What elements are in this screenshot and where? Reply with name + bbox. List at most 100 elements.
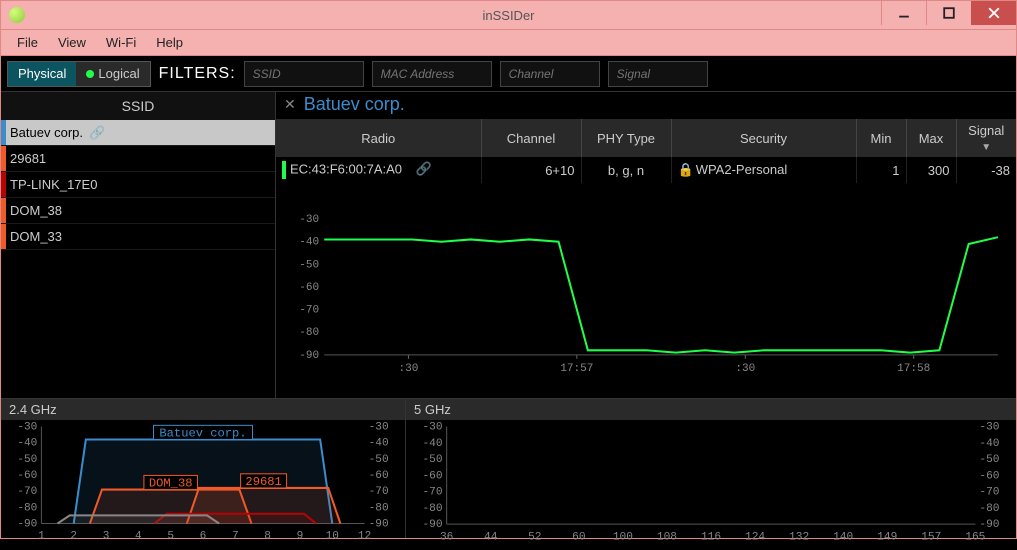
filter-mac-input[interactable] — [372, 61, 492, 87]
close-detail-icon[interactable]: ✕ — [284, 96, 296, 113]
ssid-row[interactable]: 29681 — [1, 146, 275, 172]
col-max[interactable]: Max — [906, 119, 956, 157]
table-row[interactable]: EC:43:F6:00:7A:A0 🔗 6+10 b, g, n 🔒WPA2-P… — [276, 157, 1016, 183]
svg-text:-30: -30 — [422, 422, 442, 434]
col-security[interactable]: Security — [671, 119, 856, 157]
svg-text::30: :30 — [398, 363, 418, 375]
color-bar-icon — [1, 120, 6, 145]
svg-text:-60: -60 — [422, 470, 442, 482]
close-button[interactable] — [971, 1, 1016, 25]
logical-toggle[interactable]: Logical — [76, 62, 149, 86]
menu-wifi[interactable]: Wi-Fi — [98, 33, 144, 52]
svg-text:-50: -50 — [979, 454, 999, 466]
view-toggle: Physical Logical — [7, 61, 151, 87]
svg-text:36: 36 — [440, 531, 453, 543]
minimize-button[interactable] — [881, 1, 926, 25]
svg-text:149: 149 — [877, 531, 897, 543]
ssid-row[interactable]: DOM_33 — [1, 224, 275, 250]
physical-toggle[interactable]: Physical — [8, 62, 76, 86]
link-icon: 🔗 — [416, 161, 432, 176]
svg-text:-80: -80 — [299, 327, 319, 339]
svg-text:1: 1 — [38, 531, 45, 543]
color-bar-icon — [1, 146, 6, 171]
band-24ghz-chart: -30-30-40-40-50-50-60-60-70-70-80-80-90-… — [1, 420, 405, 544]
svg-text:-90: -90 — [369, 519, 389, 531]
svg-text:10: 10 — [326, 531, 339, 543]
svg-text:-70: -70 — [369, 486, 389, 498]
svg-text:100: 100 — [613, 531, 633, 543]
svg-text:-30: -30 — [299, 214, 319, 226]
ssid-name: DOM_38 — [10, 203, 62, 218]
svg-text:9: 9 — [297, 531, 304, 543]
svg-text:140: 140 — [833, 531, 853, 543]
signal-time-chart: -30 -40 -50 -60 -70 -80 -90 :30 17:57 :30 17:58 — [284, 191, 1008, 398]
ssid-row[interactable]: TP-LINK_17E0 — [1, 172, 275, 198]
col-signal[interactable]: Signal — [956, 119, 1016, 157]
svg-text:60: 60 — [572, 531, 586, 543]
svg-text::30: :30 — [735, 363, 755, 375]
ssid-name: TP-LINK_17E0 — [10, 177, 97, 192]
col-radio[interactable]: Radio — [276, 119, 481, 157]
svg-text:-80: -80 — [369, 502, 389, 514]
detail-header: ✕ Batuev corp. — [276, 92, 1016, 119]
svg-text:12: 12 — [358, 531, 371, 543]
svg-text:5: 5 — [167, 531, 174, 543]
svg-text:-40: -40 — [299, 237, 319, 249]
svg-text:-60: -60 — [369, 470, 389, 482]
svg-text:-50: -50 — [299, 259, 319, 271]
svg-text:116: 116 — [701, 531, 721, 543]
svg-text:7: 7 — [232, 531, 239, 543]
content: Physical Logical FILTERS: SSID Batuev co… — [0, 56, 1017, 539]
svg-text:124: 124 — [745, 531, 765, 543]
svg-text:2: 2 — [70, 531, 77, 543]
menu-view[interactable]: View — [50, 33, 94, 52]
svg-text:-60: -60 — [299, 282, 319, 294]
menu-help[interactable]: Help — [148, 33, 191, 52]
menubar: File View Wi-Fi Help — [0, 30, 1017, 56]
svg-text:-30: -30 — [979, 422, 999, 434]
svg-text:157: 157 — [921, 531, 941, 543]
color-bar-icon — [1, 172, 6, 197]
svg-text:165: 165 — [965, 531, 985, 543]
svg-text:3: 3 — [103, 531, 110, 543]
svg-text:-90: -90 — [299, 350, 319, 362]
ssid-header[interactable]: SSID — [1, 92, 275, 120]
band-5ghz-panel: 5 GHz -30-30-40-40-50-50-60-60-70-70-80-… — [406, 399, 1016, 538]
svg-text:17:57: 17:57 — [560, 363, 593, 375]
col-phy[interactable]: PHY Type — [581, 119, 671, 157]
svg-text:-90: -90 — [422, 519, 442, 531]
ssid-row[interactable]: DOM_38 — [1, 198, 275, 224]
svg-text:52: 52 — [528, 531, 541, 543]
svg-text:-60: -60 — [17, 470, 37, 482]
menu-file[interactable]: File — [9, 33, 46, 52]
link-icon: 🔗 — [89, 125, 105, 141]
ssid-name: DOM_33 — [10, 229, 62, 244]
svg-text:-70: -70 — [299, 305, 319, 317]
svg-text:DOM_38: DOM_38 — [149, 477, 193, 491]
svg-text:6: 6 — [200, 531, 207, 543]
band-row: 2.4 GHz -30-30-40-40-50-50-60-60-70-70-8… — [1, 398, 1016, 538]
filterbar: Physical Logical FILTERS: — [1, 56, 1016, 92]
svg-text:-50: -50 — [17, 454, 37, 466]
ssid-row[interactable]: Batuev corp. 🔗 — [1, 120, 275, 146]
ssid-panel: SSID Batuev corp. 🔗 29681 TP-LINK_17E0 DOM_3… — [1, 92, 276, 398]
svg-text:17:58: 17:58 — [897, 363, 930, 375]
ssid-name: 29681 — [10, 151, 46, 166]
svg-text:-30: -30 — [17, 422, 37, 434]
window-title: inSSIDer — [482, 8, 534, 23]
lock-icon: 🔒 — [678, 162, 694, 178]
svg-text:-80: -80 — [422, 503, 442, 515]
ssid-list: Batuev corp. 🔗 29681 TP-LINK_17E0 DOM_38 DOM_… — [1, 120, 275, 250]
signal-bar-icon — [282, 161, 286, 179]
col-min[interactable]: Min — [856, 119, 906, 157]
filter-channel-input[interactable] — [500, 61, 600, 87]
filter-ssid-input[interactable] — [244, 61, 364, 87]
col-channel[interactable]: Channel — [481, 119, 581, 157]
ssid-name: Batuev corp. — [10, 125, 83, 140]
band-5ghz-header: 5 GHz — [406, 399, 1016, 420]
svg-text:Batuev corp.: Batuev corp. — [159, 426, 246, 440]
maximize-button[interactable] — [926, 1, 971, 25]
filter-signal-input[interactable] — [608, 61, 708, 87]
band-24ghz-header: 2.4 GHz — [1, 399, 405, 420]
svg-text:44: 44 — [484, 531, 498, 543]
